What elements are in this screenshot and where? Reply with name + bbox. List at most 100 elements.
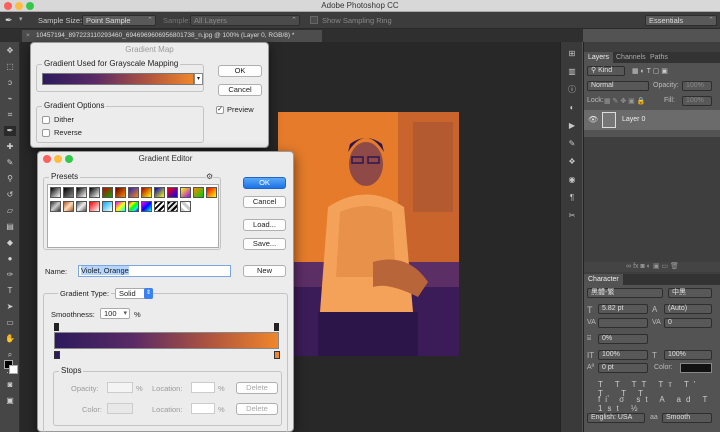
gradient-tool-icon[interactable]: ▤ [4, 222, 16, 232]
sample-size-select[interactable]: Point Sample ⌃ [82, 15, 156, 26]
smoothness-select[interactable]: 100 ▾ [100, 308, 130, 319]
presets-gear-icon[interactable]: ⚙ [206, 172, 214, 181]
chevron-down-icon[interactable]: ▾ [19, 15, 23, 23]
preset-swatch[interactable] [206, 187, 217, 198]
workspace-select[interactable]: Essentials ⌃ [645, 15, 717, 26]
preset-swatch[interactable] [115, 187, 126, 198]
preset-swatch[interactable] [180, 187, 191, 198]
layer-row[interactable]: 👁 Layer 0 [584, 110, 720, 130]
tools-presets-panel-icon[interactable]: ✂ [565, 210, 579, 222]
gradient-type-select[interactable]: Solid ⇕ [115, 288, 153, 299]
preset-swatch[interactable] [63, 187, 74, 198]
tab-layers[interactable]: Layers [584, 52, 614, 63]
leading-input[interactable]: (Auto) [664, 304, 712, 314]
tab-channels[interactable]: Channels [612, 52, 650, 63]
color-stop-right[interactable] [274, 351, 280, 359]
show-sampling-ring-checkbox[interactable] [310, 16, 318, 24]
font-family-select[interactable]: 黑體-繁 [587, 288, 663, 298]
crop-tool-icon[interactable]: ⌗ [4, 110, 16, 120]
stop-opacity-input[interactable] [107, 382, 133, 393]
color-delete-button[interactable]: Delete [236, 403, 278, 415]
adjustments-panel-icon[interactable]: ◐ [565, 102, 579, 114]
preset-swatch[interactable] [141, 187, 152, 198]
document-image[interactable] [278, 112, 459, 356]
actions-panel-icon[interactable]: ▶ [565, 120, 579, 132]
type-tool-icon[interactable]: T [4, 286, 16, 296]
preset-swatch[interactable] [102, 187, 113, 198]
horizontal-scale-input[interactable]: 100% [664, 350, 712, 360]
preset-swatch[interactable] [167, 187, 178, 198]
tracking-input[interactable]: 0 [664, 318, 712, 328]
filter-kind-select[interactable]: ⚲ Kind [587, 66, 625, 76]
filter-icons[interactable]: ▦ ◐ T ▢ ▣ [632, 67, 668, 75]
opacity-location-input[interactable] [191, 382, 215, 393]
reverse-checkbox[interactable] [42, 129, 50, 137]
eyedropper-icon[interactable]: ✒ [5, 15, 13, 26]
preset-swatch[interactable] [180, 201, 191, 212]
layers-footer-icons[interactable]: ∞ fx ◙ ◐ ▣ ▭ 🗑 [584, 262, 720, 272]
vertical-scale-input[interactable]: 100% [598, 350, 648, 360]
preset-swatch[interactable] [50, 187, 61, 198]
preset-swatch[interactable] [167, 201, 178, 212]
move-tool-icon[interactable]: ✥ [4, 46, 16, 56]
gradient-editor-cancel-button[interactable]: Cancel [243, 196, 286, 208]
swatches-panel-icon[interactable]: ◉ [565, 174, 579, 186]
text-color-swatch[interactable] [680, 363, 712, 373]
preview-checkbox[interactable]: ✓ [216, 106, 224, 114]
history-panel-icon[interactable]: ⊞ [565, 48, 579, 60]
load-button[interactable]: Load... [243, 219, 286, 231]
fill-input[interactable]: 100% [682, 96, 712, 106]
preset-swatch[interactable] [76, 187, 87, 198]
preset-swatch[interactable] [141, 201, 152, 212]
close-tab-icon[interactable]: × [26, 30, 30, 42]
blur-tool-icon[interactable]: ◆ [4, 238, 16, 248]
paragraph-panel-icon[interactable]: ¶ [565, 192, 579, 204]
quick-mask-icon[interactable]: ◙ [4, 380, 16, 390]
dodge-tool-icon[interactable]: ● [4, 254, 16, 264]
tab-paths[interactable]: Paths [646, 52, 672, 63]
baseline-shift-input[interactable]: 0 pt [598, 363, 648, 373]
stop-color-swatch[interactable] [107, 403, 133, 414]
preset-swatch[interactable] [63, 201, 74, 212]
zoom-tool-icon[interactable]: ⌕ [4, 350, 16, 360]
blend-mode-select[interactable]: Normal [587, 81, 649, 91]
opacity-stop-right[interactable] [274, 323, 279, 331]
tab-character[interactable]: Character [584, 274, 623, 285]
history-brush-tool-icon[interactable]: ↺ [4, 190, 16, 200]
background-color-swatch[interactable] [9, 365, 18, 374]
eyedropper-tool-icon[interactable]: ✒ [4, 126, 16, 136]
marquee-tool-icon[interactable]: ⬚ [4, 62, 16, 72]
visibility-eye-icon[interactable]: 👁 [588, 115, 598, 124]
opacity-stop-left[interactable] [54, 323, 59, 331]
lasso-tool-icon[interactable]: ↄ [4, 78, 16, 88]
color-stop-left[interactable] [54, 351, 60, 359]
font-style-select[interactable]: 中黑 [668, 288, 712, 298]
kerning-input[interactable] [598, 318, 648, 328]
quick-select-tool-icon[interactable]: ⌁ [4, 94, 16, 104]
opacity-delete-button[interactable]: Delete [236, 382, 278, 394]
preset-swatch[interactable] [50, 201, 61, 212]
dither-checkbox[interactable] [42, 116, 50, 124]
preset-swatch[interactable] [154, 201, 165, 212]
lock-icons[interactable]: ▦ ✎ ✥ ▣ 🔒 [604, 97, 645, 105]
antialias-select[interactable]: Smooth [662, 413, 712, 423]
save-button[interactable]: Save... [243, 238, 286, 250]
gradient-map-ok-button[interactable]: OK [218, 65, 262, 77]
tsume-input[interactable]: 0% [598, 334, 648, 344]
font-size-input[interactable]: 5.82 pt [598, 304, 648, 314]
preset-swatch[interactable] [193, 187, 204, 198]
pen-tool-icon[interactable]: ✑ [4, 270, 16, 280]
gradient-map-cancel-button[interactable]: Cancel [218, 84, 262, 96]
gradient-bar[interactable] [54, 332, 279, 349]
path-select-tool-icon[interactable]: ➤ [4, 302, 16, 312]
preset-swatch[interactable] [128, 187, 139, 198]
sample-select[interactable]: All Layers ⌃ [190, 15, 300, 26]
preset-swatch[interactable] [76, 201, 87, 212]
preset-swatch[interactable] [115, 201, 126, 212]
opacity-input[interactable]: 100% [682, 81, 712, 91]
new-button[interactable]: New [243, 265, 286, 277]
document-tab[interactable]: × 10457194_897223110293460_6946969606956… [22, 30, 322, 42]
clone-stamp-tool-icon[interactable]: ⚲ [4, 174, 16, 184]
preset-swatch[interactable] [128, 201, 139, 212]
eraser-tool-icon[interactable]: ▱ [4, 206, 16, 216]
